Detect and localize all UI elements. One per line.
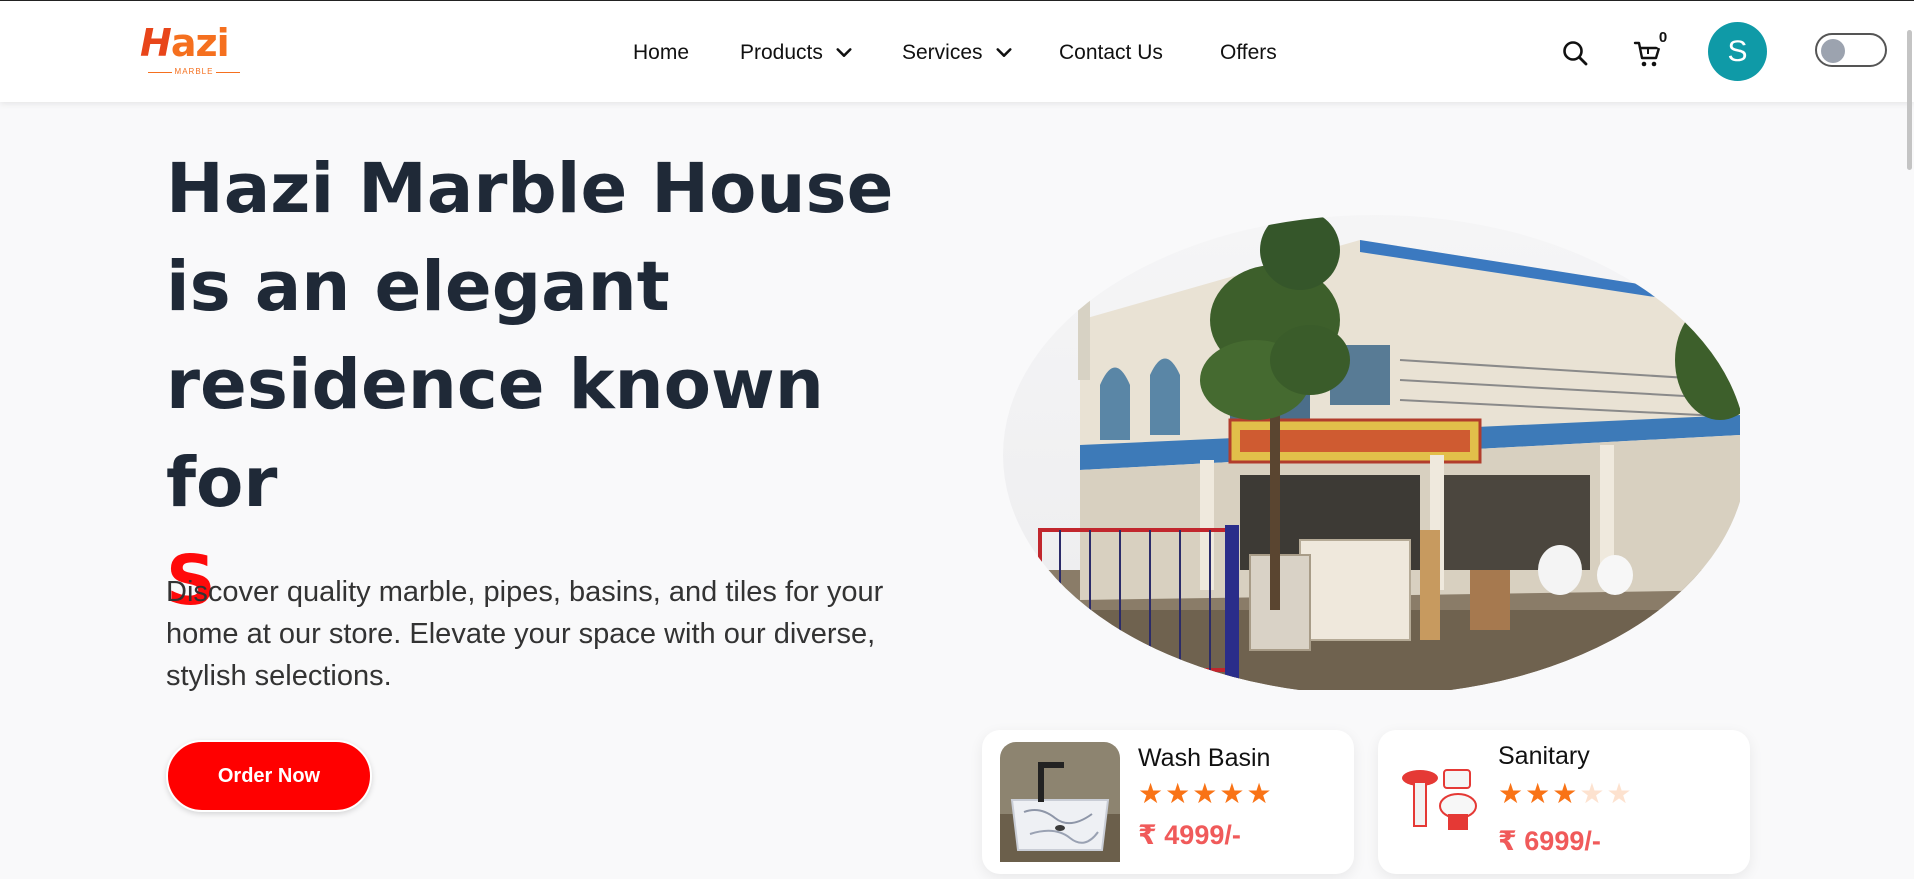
cart-count-badge: 0 <box>1652 27 1674 49</box>
store-photo <box>1003 215 1740 690</box>
scrollbar-thumb[interactable] <box>1907 30 1912 170</box>
order-now-button[interactable]: Order Now <box>166 740 372 812</box>
nav-products-label: Products <box>740 41 823 64</box>
logo-text: Hazi <box>140 21 230 65</box>
brand-logo[interactable]: Hazi MARBLE <box>140 23 248 79</box>
hero-description: Discover quality marble, pipes, basins, … <box>166 576 884 692</box>
star-icon: ★ <box>1165 778 1191 809</box>
star-icon: ★ <box>1552 778 1578 809</box>
star-icon: ★ <box>1192 778 1218 809</box>
product-price: ₹ 6999/- <box>1498 826 1601 856</box>
rating-stars: ★ ★ ★ ★ ★ <box>1498 780 1632 808</box>
nav-home[interactable]: Home <box>633 39 689 67</box>
product-name: Sanitary <box>1498 742 1590 770</box>
sanitary-thumbnail <box>1400 756 1482 838</box>
user-avatar[interactable]: S <box>1708 22 1767 81</box>
top-navbar: Hazi MARBLE Home Products Services Conta… <box>0 0 1914 102</box>
logo-subtext: MARBLE <box>148 67 240 76</box>
star-icon: ★ <box>1498 778 1524 809</box>
star-empty-icon: ★ <box>1606 778 1632 809</box>
product-price: ₹ 4999/- <box>1138 820 1241 850</box>
star-empty-icon: ★ <box>1579 778 1605 809</box>
star-icon: ★ <box>1138 778 1164 809</box>
product-card-wash-basin[interactable]: Wash Basin ★ ★ ★ ★ ★ ₹ 4999/- <box>982 730 1354 874</box>
nav-services-label: Services <box>902 41 983 64</box>
toggle-knob <box>1821 39 1845 63</box>
rating-stars: ★ ★ ★ ★ ★ <box>1138 780 1272 808</box>
product-name: Wash Basin <box>1138 744 1271 772</box>
theme-toggle[interactable] <box>1815 33 1887 67</box>
search-icon[interactable] <box>1561 39 1589 67</box>
nav-offers-label: Offers <box>1220 41 1277 64</box>
wash-basin-thumbnail <box>1000 742 1120 862</box>
nav-home-label: Home <box>633 41 690 64</box>
nav-products[interactable]: Products <box>740 39 853 67</box>
hero-title: Hazi Marble House is an elegant residenc… <box>166 140 926 630</box>
chevron-down-icon <box>836 48 852 57</box>
nav-contact-label: Contact Us <box>1059 41 1163 64</box>
nav-contact-us[interactable]: Contact Us <box>1059 39 1163 67</box>
star-icon: ★ <box>1219 778 1245 809</box>
nav-services[interactable]: Services <box>902 39 1013 67</box>
chevron-down-icon <box>995 48 1012 57</box>
star-icon: ★ <box>1525 778 1551 809</box>
product-card-sanitary[interactable]: Sanitary ★ ★ ★ ★ ★ ₹ 6999/- <box>1378 730 1750 874</box>
nav-offers[interactable]: Offers <box>1220 39 1277 67</box>
star-icon: ★ <box>1246 778 1272 809</box>
hero-title-text: Hazi Marble House is an elegant residenc… <box>166 149 894 523</box>
